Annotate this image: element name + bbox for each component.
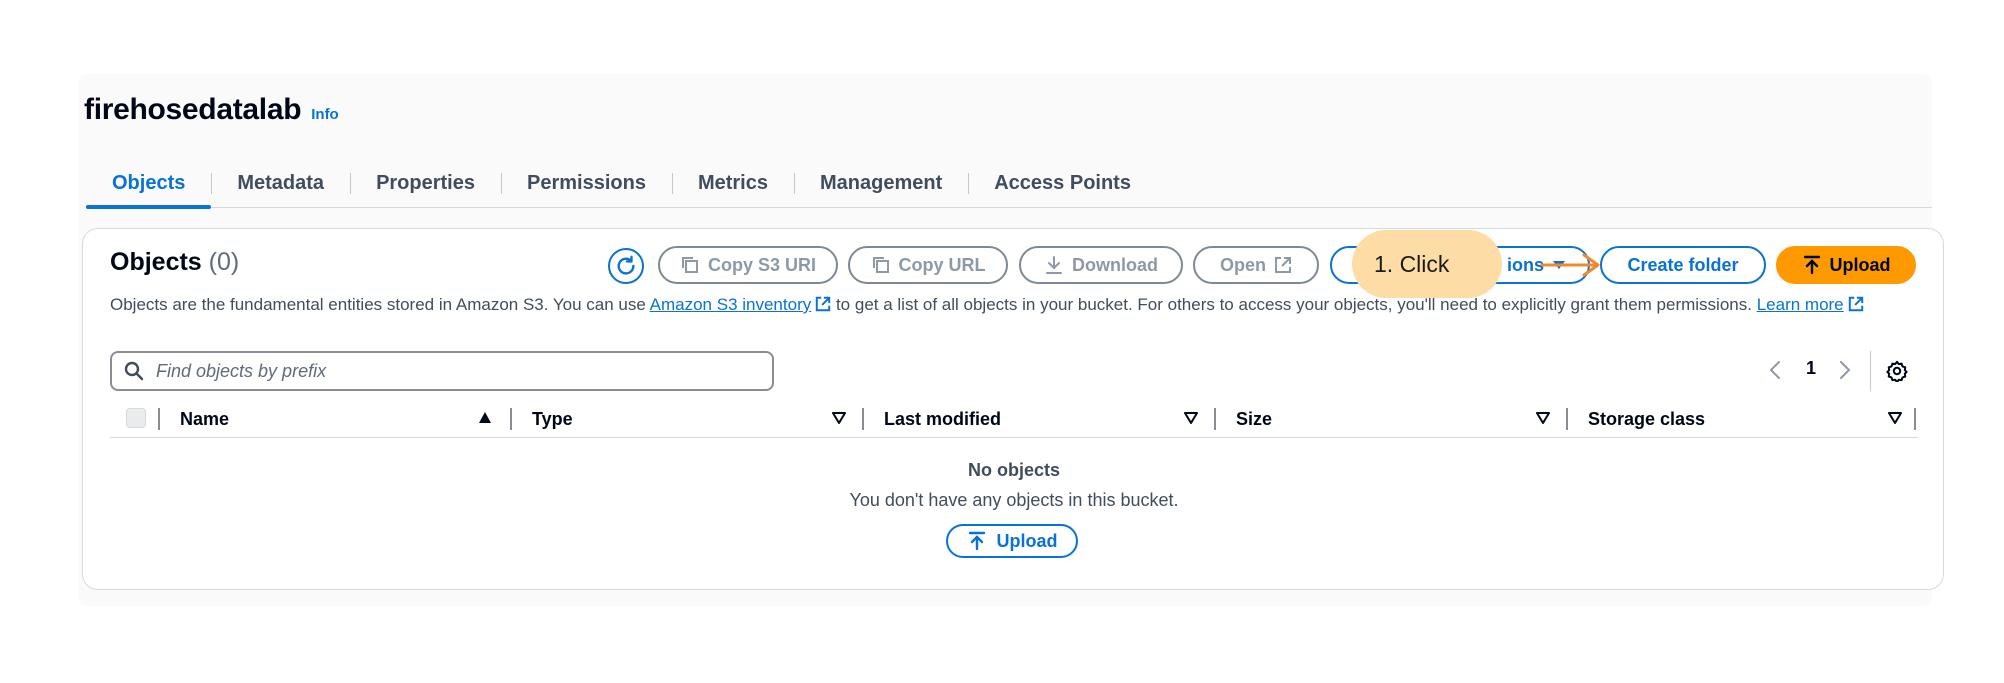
tab-metadata[interactable]: Metadata [211, 160, 350, 207]
copy-s3-uri-label: Copy S3 URI [707, 254, 817, 275]
empty-state-message: You don't have any objects in this bucke… [849, 490, 1179, 510]
column-header-last-modified[interactable]: Last modified [884, 402, 1001, 436]
pagination-divider [1870, 351, 1871, 391]
column-divider [510, 408, 512, 430]
bucket-name: firehosedatalab [84, 93, 302, 126]
column-divider [1566, 408, 1568, 430]
actions-label: ions [1506, 254, 1544, 275]
info-link[interactable]: Info [311, 106, 339, 123]
empty-state: No objects You don't have any objects in… [110, 458, 1918, 512]
empty-state-title: No objects [967, 460, 1060, 480]
refresh-button[interactable] [608, 248, 644, 284]
create-folder-button[interactable]: Create folder [1600, 246, 1766, 284]
next-page-icon[interactable] [1838, 359, 1852, 381]
page-header: firehosedatalab Info [84, 93, 339, 127]
external-link-icon [816, 296, 831, 312]
search-icon [124, 361, 144, 381]
select-all-checkbox[interactable] [126, 408, 146, 428]
copy-s3-uri-button[interactable]: Copy S3 URI [658, 246, 838, 284]
tab-properties[interactable]: Properties [350, 160, 501, 207]
instruction-callout-text: 1. Click [1374, 250, 1450, 277]
refresh-icon [617, 255, 635, 275]
open-label: Open [1219, 254, 1266, 275]
upload-label: Upload [1829, 254, 1891, 275]
description-text-start: Objects are the fundamental entities sto… [110, 295, 650, 314]
download-label: Download [1072, 254, 1158, 275]
gear-icon[interactable] [1886, 360, 1908, 382]
column-divider [1214, 408, 1216, 430]
sort-down-icon[interactable] [832, 411, 846, 425]
previous-page-icon[interactable] [1768, 359, 1782, 381]
objects-description: Objects are the fundamental entities sto… [110, 292, 1920, 317]
sort-ascending-icon[interactable] [478, 411, 492, 425]
sort-down-icon[interactable] [1184, 411, 1198, 425]
sort-down-icon[interactable] [1536, 411, 1550, 425]
upload-icon [1803, 255, 1820, 275]
download-icon [1046, 256, 1062, 274]
upload-icon [968, 531, 985, 551]
column-divider [158, 408, 160, 430]
create-folder-label: Create folder [1627, 254, 1739, 275]
column-header-type[interactable]: Type [532, 402, 573, 436]
instruction-callout: 1. Click [1352, 230, 1502, 298]
tab-permissions[interactable]: Permissions [501, 160, 672, 207]
copy-url-button[interactable]: Copy URL [848, 246, 1008, 284]
column-divider [862, 408, 864, 430]
tab-metrics[interactable]: Metrics [671, 160, 794, 207]
tab-bar: Objects Metadata Properties Permissions … [86, 160, 1932, 209]
tab-management[interactable]: Management [793, 160, 968, 207]
table-header: Name Type Last modified Size Storage cla… [110, 402, 1918, 438]
s3-inventory-link-text: Amazon S3 inventory [649, 295, 812, 314]
learn-more-link[interactable]: Learn more [1757, 295, 1864, 314]
column-divider [1914, 408, 1916, 430]
objects-count: (0) [208, 248, 240, 276]
objects-heading: Objects (0) [110, 248, 239, 277]
learn-more-text: Learn more [1756, 295, 1844, 314]
search-box [110, 351, 774, 391]
tab-objects[interactable]: Objects [86, 160, 212, 209]
open-button[interactable]: Open [1193, 246, 1319, 284]
copy-icon [872, 257, 889, 273]
tab-access-points[interactable]: Access Points [968, 160, 1157, 207]
external-link-icon [1848, 296, 1863, 312]
column-header-name[interactable]: Name [180, 402, 229, 436]
column-header-storage-class[interactable]: Storage class [1588, 402, 1705, 436]
empty-state-upload-label: Upload [996, 530, 1058, 551]
copy-icon [681, 257, 698, 273]
sort-down-icon[interactable] [1888, 411, 1902, 425]
upload-button[interactable]: Upload [1776, 246, 1916, 284]
description-text-end: to get a list of all objects in your buc… [831, 295, 1757, 314]
objects-title: Objects [110, 248, 202, 276]
empty-state-upload-button[interactable]: Upload [946, 524, 1078, 558]
column-header-size[interactable]: Size [1236, 402, 1272, 436]
search-input[interactable] [156, 360, 736, 382]
download-button[interactable]: Download [1019, 246, 1183, 284]
current-page-number[interactable]: 1 [1806, 358, 1816, 379]
copy-url-label: Copy URL [898, 254, 986, 275]
arrow-right-icon [1540, 253, 1600, 277]
external-link-icon [1275, 257, 1291, 273]
s3-inventory-link[interactable]: Amazon S3 inventory [650, 295, 832, 314]
